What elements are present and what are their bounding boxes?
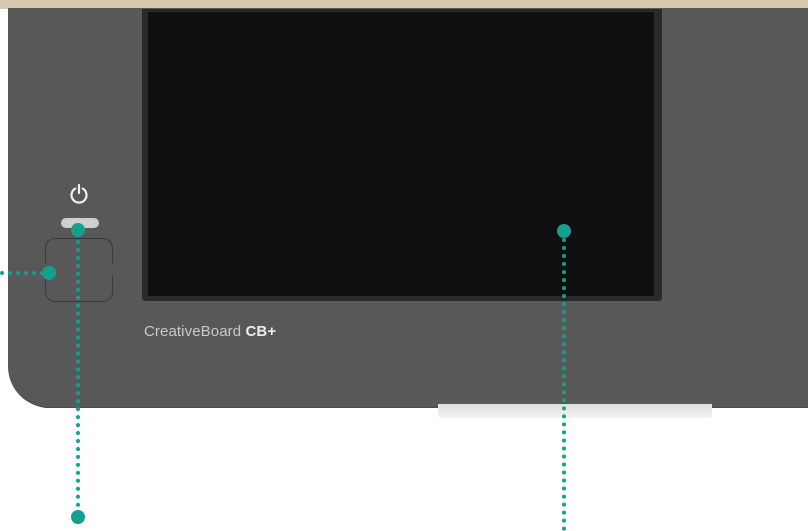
brand-label: CreativeBoard CB+ [144,323,276,340]
callout-line-display-screen [562,238,566,531]
brand-name: CreativeBoard [144,323,242,340]
callout-line-power-led [76,232,80,515]
device-stand [438,404,712,418]
callout-dot-power-led-end [71,510,85,524]
display-screen [148,12,654,296]
power-icon [65,180,93,208]
callout-dot-display-screen [557,224,571,238]
device-diagram: CreativeBoard CB+ [0,0,808,531]
callout-dot-side-button [42,266,56,280]
callout-line-side-button [0,271,44,275]
callout-dot-power-led [71,223,85,237]
brand-model: CB+ [245,323,277,340]
